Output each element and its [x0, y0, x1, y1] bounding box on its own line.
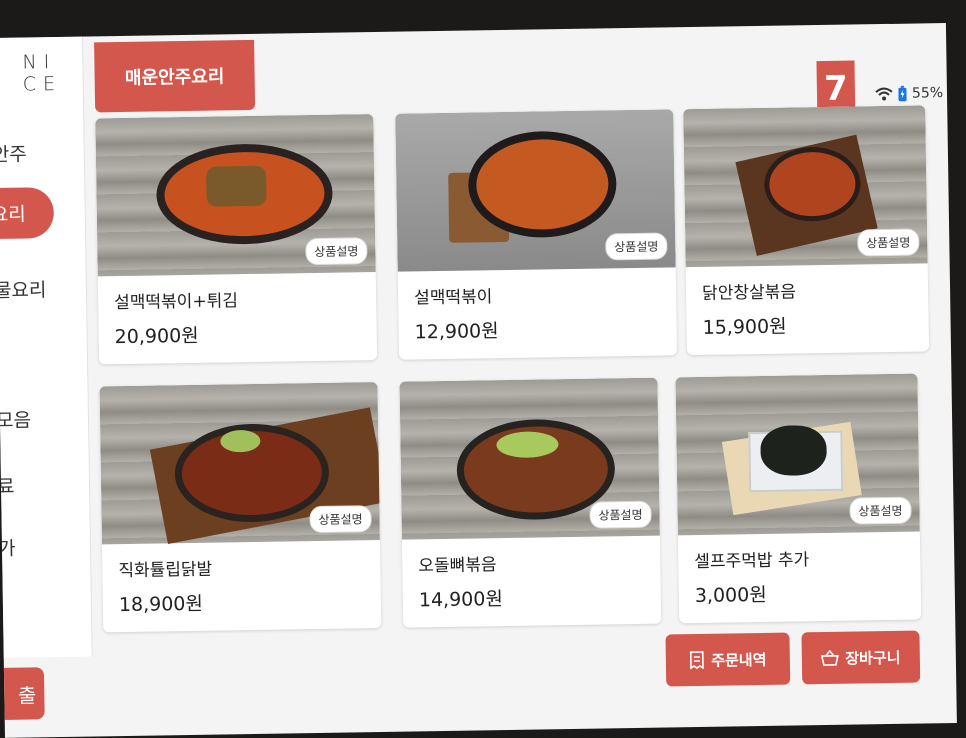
battery-percent: 55%: [912, 85, 943, 101]
sidebar-item-5[interactable]: 가: [0, 528, 16, 567]
cart-icon: [821, 650, 839, 666]
menu-card[interactable]: 상품설명 설맥떡볶이 12,900원: [395, 109, 677, 359]
cart-button[interactable]: 장바구니: [801, 631, 920, 685]
menu-card[interactable]: 상품설명 설맥떡볶이+튀김 20,900원: [95, 114, 377, 364]
product-info-button[interactable]: 상품설명: [605, 232, 668, 260]
menu-photo: 상품설명: [683, 105, 927, 267]
product-info-button[interactable]: 상품설명: [857, 228, 920, 256]
category-sidebar: NI CE 안주 요리 물요리 모음 료 가: [0, 37, 93, 658]
menu-item-price: 12,900원: [414, 316, 498, 344]
brand-logo: NI CE: [22, 51, 63, 96]
menu-photo: 상품설명: [95, 114, 375, 276]
menu-item-price: 3,000원: [695, 580, 767, 608]
kiosk-screen: NI CE 안주 요리 물요리 모음 료 가 출 매운안주요리 7 55%: [0, 23, 957, 738]
menu-card[interactable]: 상품설명 셀프주먹밥 추가 3,000원: [675, 374, 921, 624]
product-info-button[interactable]: 상품설명: [309, 505, 372, 533]
product-info-button[interactable]: 상품설명: [849, 497, 912, 525]
menu-item-name: 설맥떡볶이+튀김: [114, 286, 238, 313]
menu-card[interactable]: 상품설명 닭안창살볶음 15,900원: [683, 105, 929, 355]
menu-item-name: 설맥떡볶이: [414, 282, 493, 308]
product-info-button[interactable]: 상품설명: [589, 501, 652, 529]
sidebar-item-active[interactable]: 요리: [0, 187, 54, 239]
menu-item-name: 셀프주먹밥 추가: [694, 545, 809, 572]
menu-card[interactable]: 상품설명 직화튤립닭발 18,900원: [99, 382, 381, 632]
battery-icon: [898, 86, 907, 102]
sidebar-item-0[interactable]: 안주: [0, 134, 27, 174]
menu-item-price: 14,900원: [419, 584, 503, 612]
menu-item-name: 오돌뼈볶음: [418, 550, 497, 576]
order-history-button[interactable]: 주문내역: [665, 633, 790, 687]
sidebar-item-4[interactable]: 료: [0, 466, 15, 505]
menu-photo: 상품설명: [395, 109, 675, 271]
status-bar: 55%: [875, 85, 943, 102]
menu-photo: 상품설명: [399, 378, 659, 540]
exit-button[interactable]: 출: [0, 667, 45, 720]
wifi-icon: [875, 87, 893, 101]
menu-card[interactable]: 상품설명 오돌뼈볶음 14,900원: [399, 378, 661, 628]
header-bar: 매운안주요리 7 55%: [90, 29, 951, 112]
menu-item-price: 20,900원: [114, 321, 198, 349]
menu-item-price: 15,900원: [702, 312, 786, 340]
product-info-button[interactable]: 상품설명: [305, 237, 368, 265]
menu-photo: 상품설명: [99, 382, 379, 544]
menu-item-name: 직화튤립닭발: [118, 555, 212, 581]
sidebar-item-2[interactable]: 물요리: [0, 269, 47, 309]
receipt-icon: [689, 651, 705, 669]
menu-item-name: 닭안창살볶음: [702, 277, 796, 303]
menu-item-price: 18,900원: [119, 589, 203, 617]
menu-photo: 상품설명: [675, 374, 919, 536]
category-title: 매운안주요리: [94, 40, 255, 113]
menu-grid: 상품설명 설맥떡볶이+튀김 20,900원 상품설명 설맥떡볶이 12,900원…: [95, 105, 951, 638]
sidebar-item-3[interactable]: 모음: [0, 399, 31, 439]
